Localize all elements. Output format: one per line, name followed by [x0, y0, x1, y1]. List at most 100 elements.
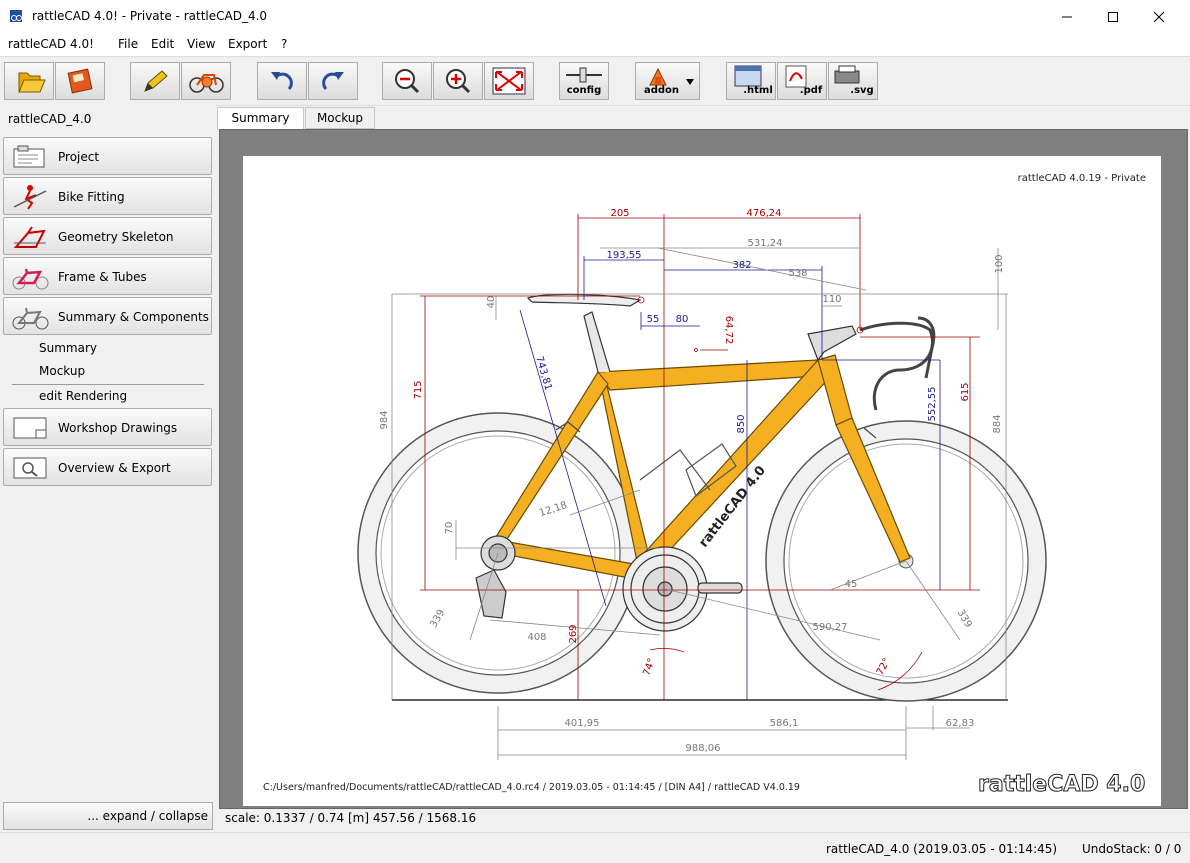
close-button[interactable] [1136, 0, 1182, 33]
dim-590: 590,27 [813, 622, 848, 633]
drawing-logo: rattleCAD 4.0 [978, 772, 1145, 797]
dim-74-deg: 74° [641, 657, 657, 677]
overview-export-icon [13, 457, 47, 479]
save-button[interactable] [55, 62, 105, 100]
folder-open-icon [18, 72, 46, 93]
config-button[interactable]: config [559, 62, 609, 100]
dim-538: 538 [788, 268, 807, 279]
expand-collapse-button[interactable]: ... expand / collapse [3, 802, 213, 830]
svg-label: .svg [850, 85, 874, 96]
menu-help[interactable]: ? [281, 37, 287, 51]
app-icon [10, 10, 22, 22]
nav-label: Project [58, 150, 100, 164]
project-icon [13, 145, 45, 168]
window-title: rattleCAD 4.0! - Private - rattleCAD_4.0 [32, 9, 268, 23]
dim-984: 984 [379, 410, 390, 429]
maximize-button[interactable] [1090, 0, 1136, 33]
dim-586: 586,1 [770, 718, 799, 729]
dim-850: 850 [736, 414, 747, 433]
sub-item-edit-rendering[interactable]: edit Rendering [39, 389, 127, 403]
tab-mockup[interactable]: Mockup [305, 107, 375, 129]
status-project: rattleCAD_4.0 (2019.03.05 - 01:14:45) [826, 842, 1058, 856]
dim-45: 45 [845, 579, 858, 590]
nav-label: Frame & Tubes [58, 270, 147, 284]
zoom-out-icon [395, 69, 420, 94]
dim-552: 552,55 [927, 387, 938, 422]
summary-components-icon [12, 307, 49, 330]
minimize-button[interactable] [1044, 0, 1090, 33]
dim-884: 884 [992, 414, 1003, 433]
update-bike-button[interactable] [181, 62, 231, 100]
redo-icon [322, 72, 344, 91]
dim-205: 205 [610, 208, 629, 219]
menu-export[interactable]: Export [228, 37, 267, 51]
nav-bike-fitting[interactable]: Bike Fitting [3, 177, 212, 215]
pencil-icon [144, 70, 168, 92]
minimize-icon [1062, 16, 1072, 17]
undo-button[interactable] [257, 62, 307, 100]
zoom-out-button[interactable] [382, 62, 432, 100]
nav-workshop-drawings[interactable]: Workshop Drawings [3, 408, 212, 446]
dim-55: 55 [647, 314, 660, 325]
dim-408: 408 [527, 632, 546, 643]
nav-label: Summary & Components [58, 310, 209, 324]
drawing-sheet[interactable]: .dtxt{font-family:"DejaVu Sans",sans-ser… [243, 156, 1161, 806]
dim-531: 531,24 [748, 238, 783, 249]
html-label: .html [743, 85, 773, 96]
sub-item-mockup[interactable]: Mockup [39, 364, 85, 378]
geometry-skeleton-icon [13, 226, 46, 248]
menu-view[interactable]: View [187, 37, 215, 51]
nav-overview-export[interactable]: Overview & Export [3, 448, 212, 486]
zoom-in-button[interactable] [433, 62, 483, 100]
dim-100: 100 [994, 254, 1005, 273]
menu-file[interactable]: File [118, 37, 138, 51]
sub-item-summary[interactable]: Summary [39, 341, 97, 355]
fit-view-button[interactable] [484, 62, 534, 100]
dim-715: 715 [413, 380, 424, 399]
nav-frame-tubes[interactable]: Frame & Tubes [3, 257, 212, 295]
dim-80: 80 [676, 314, 689, 325]
export-pdf-button[interactable]: .pdf [777, 62, 827, 100]
redo-button[interactable] [308, 62, 358, 100]
toolbar: config addon .html .pdf .svg [0, 56, 1190, 106]
addon-label: addon [643, 85, 680, 96]
nav-geometry-skeleton[interactable]: Geometry Skeleton [3, 217, 212, 255]
bike-fitting-icon [13, 185, 47, 210]
nav-label: Overview & Export [58, 461, 171, 475]
open-button[interactable] [4, 62, 54, 100]
dim-64-72: 64,72 [723, 316, 734, 345]
dim-193: 193,55 [607, 250, 642, 261]
frame-tubes-icon [12, 268, 49, 290]
config-label: config [566, 85, 602, 96]
sidebar: rattleCAD_4.0 Project Bike Fitting Geome… [0, 105, 216, 832]
nav-summary-components[interactable]: Summary & Components [3, 297, 212, 335]
dim-110: 110 [822, 294, 841, 305]
dim-62: 62,83 [946, 718, 975, 729]
edit-mode-button[interactable] [130, 62, 180, 100]
tab-summary[interactable]: Summary [217, 107, 304, 130]
dim-401: 401,95 [565, 718, 600, 729]
nav-project[interactable]: Project [3, 137, 212, 175]
divider [12, 384, 204, 385]
dim-476: 476,24 [747, 208, 782, 219]
addon-button[interactable]: addon [635, 62, 700, 100]
status-bar: rattleCAD_4.0 (2019.03.05 - 01:14:45) Un… [0, 832, 1190, 863]
project-name: rattleCAD_4.0 [8, 112, 92, 126]
export-html-button[interactable]: .html [726, 62, 776, 100]
drawing-footer: C:/Users/manfred/Documents/rattleCAD/rat… [263, 782, 800, 793]
close-icon [1153, 11, 1165, 22]
dim-743: 743,81 [533, 355, 553, 392]
dim-269: 269 [568, 624, 579, 643]
menu-edit[interactable]: Edit [151, 37, 174, 51]
nav-label: Workshop Drawings [58, 421, 178, 435]
dim-382: 382 [732, 260, 751, 271]
dim-40: 40 [486, 296, 497, 309]
undo-icon [271, 72, 293, 91]
export-svg-button[interactable]: .svg [828, 62, 878, 100]
menu-bar: rattleCAD 4.0! File Edit View Export ? [0, 34, 1190, 56]
nav-label: Bike Fitting [58, 190, 125, 204]
bike-gear-icon [189, 74, 224, 93]
workshop-drawings-icon [13, 417, 47, 439]
config-icon [566, 67, 602, 83]
status-undo: UndoStack: 0 / 0 [1082, 842, 1182, 856]
